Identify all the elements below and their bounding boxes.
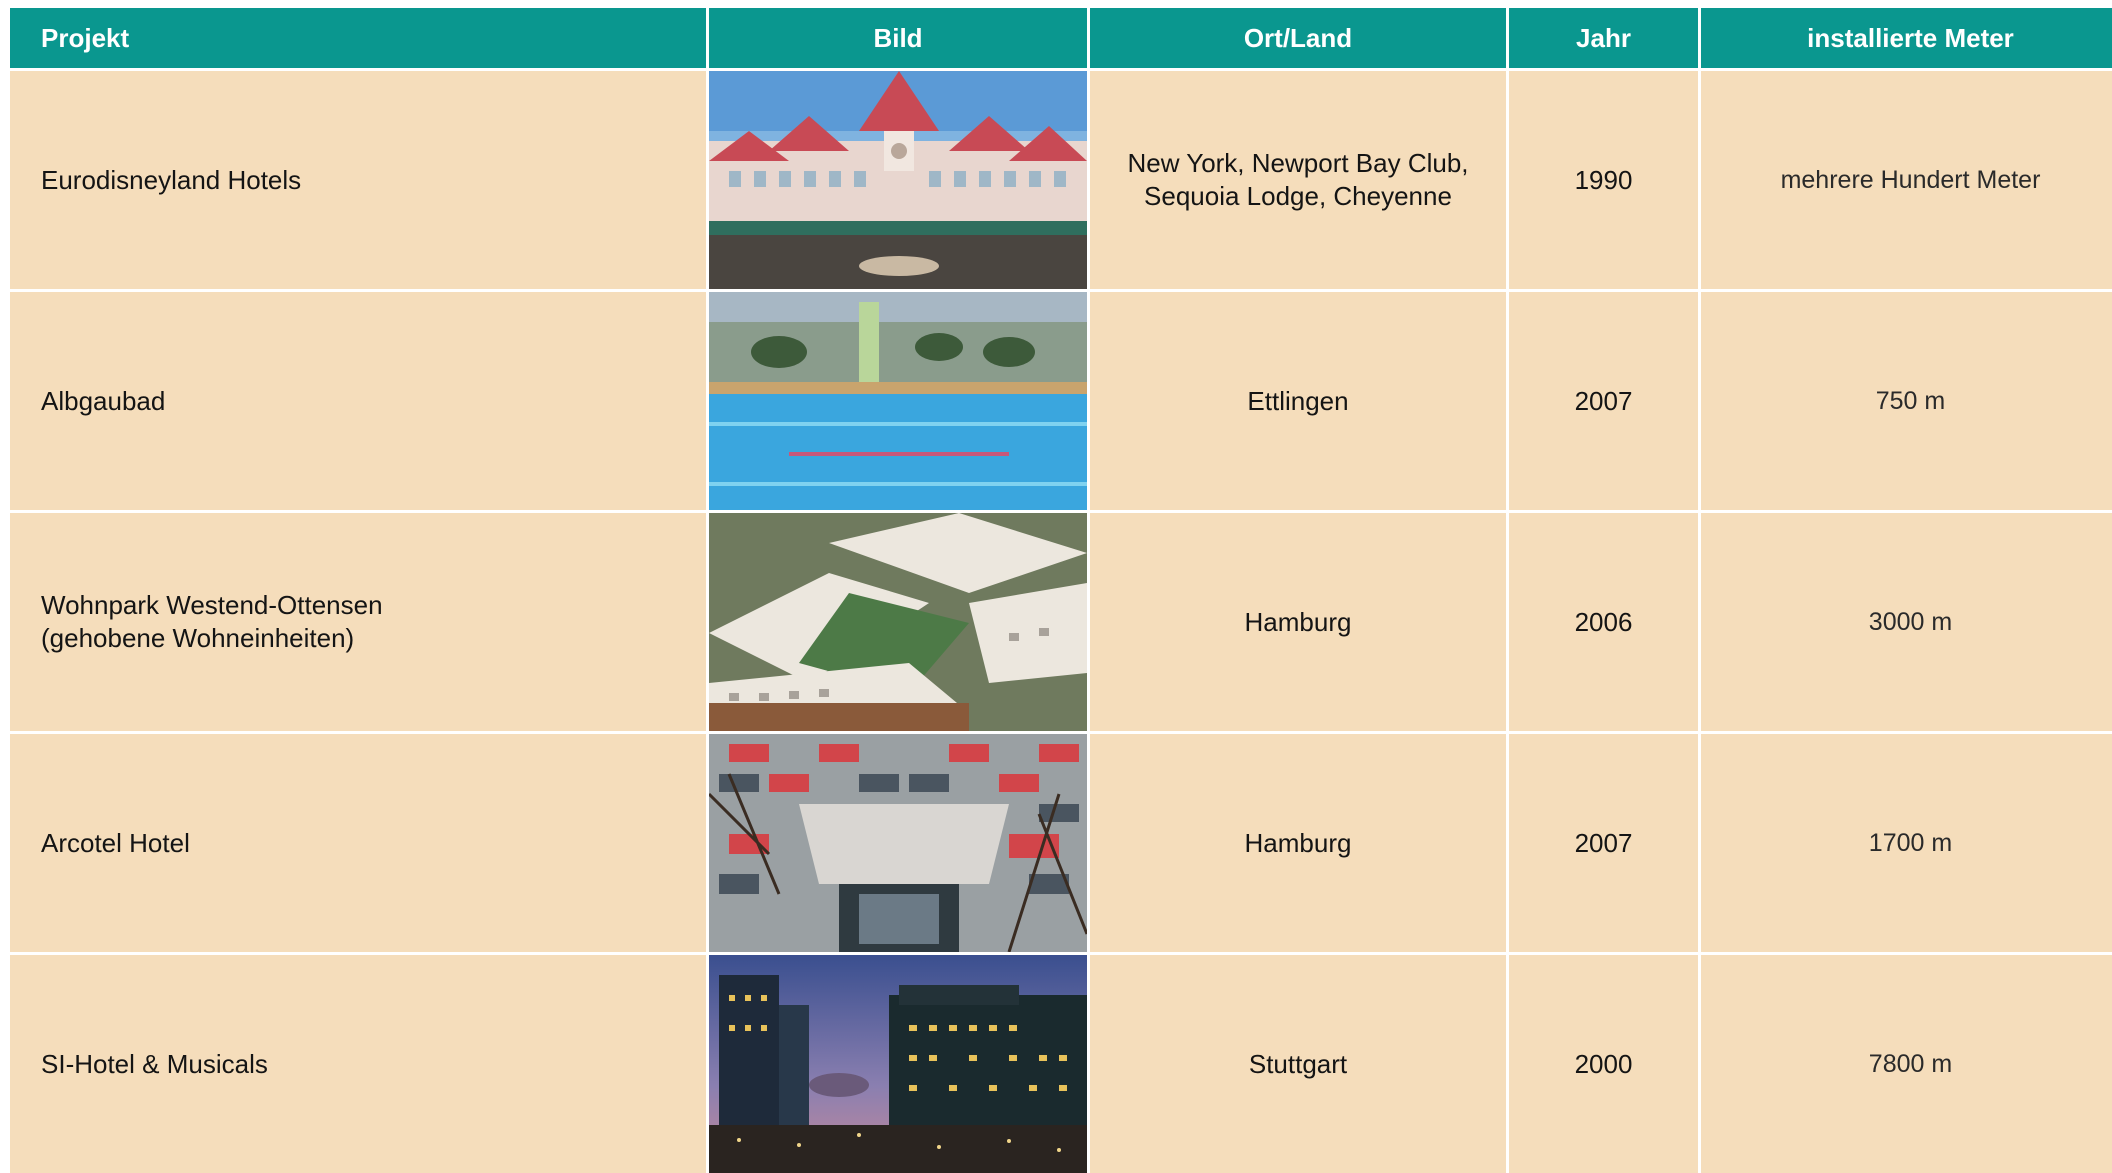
- cell-location: Stuttgart: [1090, 955, 1506, 1173]
- cell-location: Hamburg: [1090, 513, 1506, 731]
- photo-swimming-pool: [709, 292, 1087, 510]
- cell-meters: 7800 m: [1701, 955, 2112, 1173]
- column-header-meters: installierte Meter: [1701, 8, 2112, 68]
- column-header-location: Ort/Land: [1090, 8, 1506, 68]
- column-header-image: Bild: [709, 8, 1087, 68]
- cell-year: 2000: [1509, 955, 1698, 1173]
- cell-location: Hamburg: [1090, 734, 1506, 952]
- photo-city-night-skyline: [709, 955, 1087, 1173]
- cell-year: 2007: [1509, 292, 1698, 510]
- cell-year: 1990: [1509, 71, 1698, 289]
- column-header-project: Projekt: [10, 8, 706, 68]
- photo-disneyland-hotel: [709, 71, 1087, 289]
- cell-year: 2006: [1509, 513, 1698, 731]
- projects-table: Projekt Bild Ort/Land Jahr installierte …: [10, 8, 2112, 1173]
- cell-project: Eurodisneyland Hotels: [10, 71, 706, 289]
- cell-project: Albgaubad: [10, 292, 706, 510]
- cell-project: SI-Hotel & Musicals: [10, 955, 706, 1173]
- photo-hotel-facade: [709, 734, 1087, 952]
- cell-project: Arcotel Hotel: [10, 734, 706, 952]
- cell-location: Ettlingen: [1090, 292, 1506, 510]
- cell-meters: 1700 m: [1701, 734, 2112, 952]
- cell-meters: mehrere Hundert Meter: [1701, 71, 2112, 289]
- cell-year: 2007: [1509, 734, 1698, 952]
- cell-project: Wohnpark Westend-Ottensen (gehobene Wohn…: [10, 513, 706, 731]
- column-header-year: Jahr: [1509, 8, 1698, 68]
- photo-residential-complex: [709, 513, 1087, 731]
- cell-location: New York, Newport Bay Club, Sequoia Lodg…: [1090, 71, 1506, 289]
- cell-meters: 750 m: [1701, 292, 2112, 510]
- cell-meters: 3000 m: [1701, 513, 2112, 731]
